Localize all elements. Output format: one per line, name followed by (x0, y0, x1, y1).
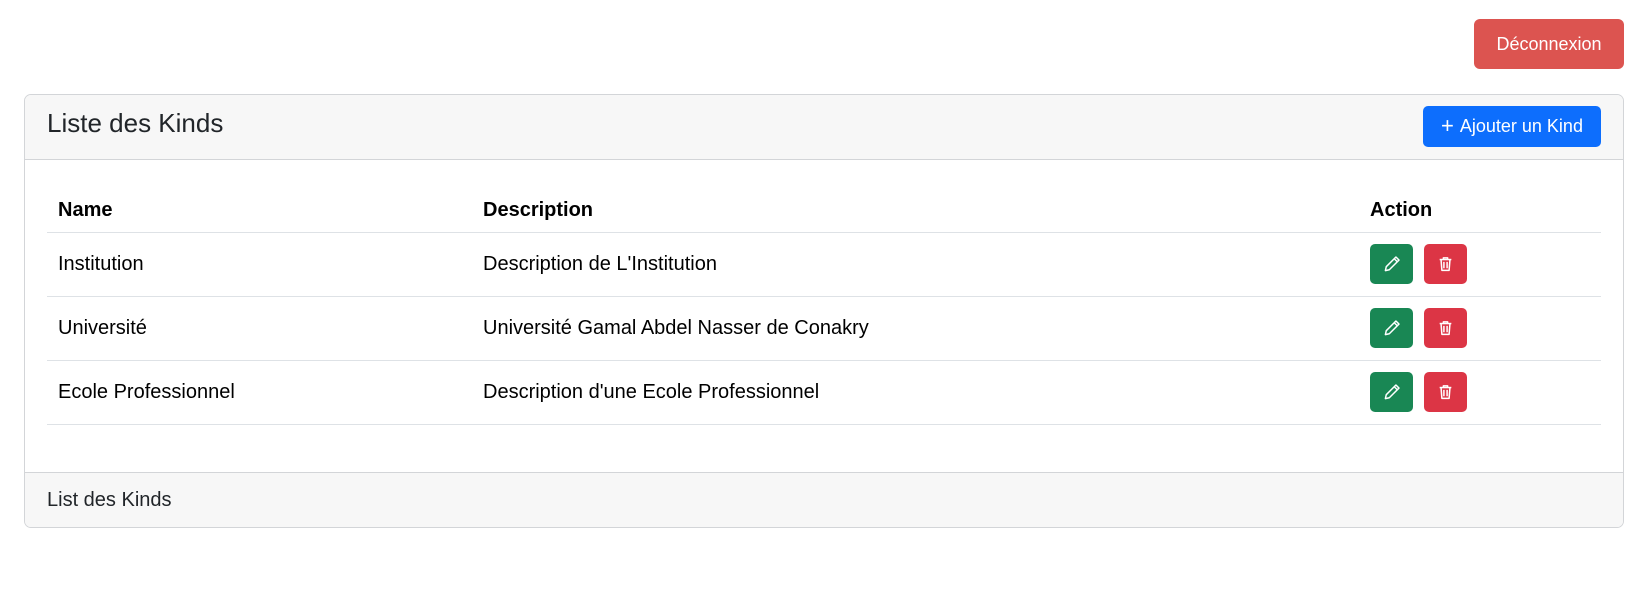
cell-actions (1359, 360, 1601, 425)
trash-icon (1439, 385, 1452, 400)
cell-name: Institution (47, 232, 472, 297)
pencil-icon (1384, 384, 1400, 400)
edit-button[interactable] (1370, 308, 1413, 348)
logout-button[interactable]: Déconnexion (1474, 19, 1624, 69)
cell-actions (1359, 232, 1601, 297)
cell-description: Université Gamal Abdel Nasser de Conakry (472, 296, 1359, 361)
cell-actions (1359, 296, 1601, 361)
edit-button[interactable] (1370, 244, 1413, 284)
kinds-card: Liste des Kinds + Ajouter un Kind Name D… (24, 94, 1624, 528)
table-header-row: Name Description Action (47, 190, 1601, 233)
column-header-description: Description (472, 190, 1359, 233)
add-kind-button[interactable]: + Ajouter un Kind (1423, 106, 1601, 147)
delete-button[interactable] (1424, 308, 1467, 348)
table-row: Institution Description de L'Institution (47, 232, 1601, 297)
cell-description: Description d'une Ecole Professionnel (472, 360, 1359, 425)
kinds-table: Name Description Action Institution Desc… (47, 190, 1601, 425)
cell-description: Description de L'Institution (472, 232, 1359, 297)
card-footer: List des Kinds (25, 472, 1623, 527)
pencil-icon (1384, 256, 1400, 272)
trash-icon (1439, 321, 1452, 336)
delete-button[interactable] (1424, 372, 1467, 412)
add-kind-button-label: Ajouter un Kind (1459, 116, 1583, 136)
delete-button[interactable] (1424, 244, 1467, 284)
table-row: Ecole Professionnel Description d'une Ec… (47, 360, 1601, 425)
column-header-action: Action (1359, 190, 1601, 233)
cell-name: Ecole Professionnel (47, 360, 472, 425)
plus-icon: + (1441, 112, 1454, 138)
cell-name: Université (47, 296, 472, 361)
card-header: Liste des Kinds + Ajouter un Kind (25, 95, 1623, 160)
page-title: Liste des Kinds (47, 108, 224, 138)
table-row: Université Université Gamal Abdel Nasser… (47, 296, 1601, 361)
pencil-icon (1384, 320, 1400, 336)
column-header-name: Name (47, 190, 472, 233)
edit-button[interactable] (1370, 372, 1413, 412)
trash-icon (1439, 257, 1452, 272)
footer-text: List des Kinds (47, 488, 172, 511)
